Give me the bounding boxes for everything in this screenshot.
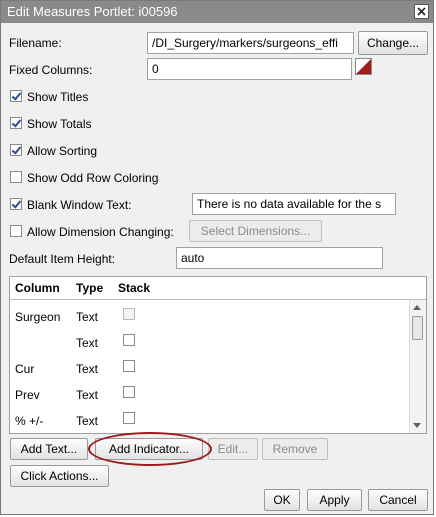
scroll-up-icon[interactable] bbox=[413, 305, 421, 310]
dialog-titlebar[interactable]: Edit Measures Portlet: i00596 bbox=[1, 1, 433, 23]
apply-button[interactable]: Apply bbox=[307, 489, 362, 511]
type-cell: Text bbox=[76, 336, 99, 350]
show-odd-row-coloring-checkbox[interactable] bbox=[10, 171, 22, 183]
column-cell: Prev bbox=[15, 388, 40, 402]
color-swatch-icon[interactable] bbox=[355, 58, 372, 75]
default-item-height-field[interactable]: auto bbox=[176, 247, 383, 269]
type-cell: Text bbox=[76, 310, 99, 324]
edit-measures-dialog: Edit Measures Portlet: i00596 Filename: … bbox=[0, 0, 434, 515]
blank-window-text-field[interactable]: There is no data available for the s bbox=[192, 193, 396, 215]
table-row[interactable]: Prev Text bbox=[10, 382, 410, 408]
type-cell: Text bbox=[76, 388, 99, 402]
dialog-title: Edit Measures Portlet: i00596 bbox=[7, 4, 178, 19]
stack-checkbox[interactable] bbox=[123, 386, 135, 398]
stack-checkbox[interactable] bbox=[123, 334, 135, 346]
show-titles-label: Show Titles bbox=[27, 90, 89, 104]
show-odd-row-coloring-label: Show Odd Row Coloring bbox=[27, 171, 159, 185]
allow-sorting-checkbox[interactable] bbox=[10, 144, 22, 156]
stack-header[interactable]: Stack bbox=[118, 281, 150, 295]
stack-checkbox[interactable] bbox=[123, 308, 135, 320]
table-row[interactable]: Surgeon Text bbox=[10, 304, 410, 330]
change-button[interactable]: Change... bbox=[358, 31, 428, 55]
allow-sorting-label: Allow Sorting bbox=[27, 144, 98, 158]
ok-button[interactable]: OK bbox=[264, 489, 300, 511]
cancel-button[interactable]: Cancel bbox=[368, 489, 428, 511]
column-cell: Cur bbox=[15, 362, 35, 376]
table-row[interactable]: % +/- Text bbox=[10, 408, 410, 434]
close-icon[interactable] bbox=[414, 4, 429, 19]
show-totals-checkbox[interactable] bbox=[10, 117, 22, 129]
type-cell: Text bbox=[76, 362, 99, 376]
type-cell: Text bbox=[76, 414, 99, 428]
column-cell: Surgeon bbox=[15, 310, 61, 324]
click-actions-button[interactable]: Click Actions... bbox=[10, 465, 109, 487]
scroll-thumb[interactable] bbox=[412, 316, 423, 340]
column-cell: % +/- bbox=[15, 414, 44, 428]
edit-button[interactable]: Edit... bbox=[208, 438, 258, 460]
show-totals-label: Show Totals bbox=[27, 117, 92, 131]
fixed-columns-field[interactable]: 0 bbox=[147, 58, 352, 80]
filename-label: Filename: bbox=[9, 36, 62, 50]
show-titles-checkbox[interactable] bbox=[10, 90, 22, 102]
blank-window-text-label: Blank Window Text: bbox=[27, 198, 132, 212]
column-header[interactable]: Column bbox=[15, 281, 60, 295]
type-header[interactable]: Type bbox=[76, 281, 103, 295]
select-dimensions-button[interactable]: Select Dimensions... bbox=[189, 220, 322, 242]
grid-scrollbar[interactable] bbox=[409, 300, 426, 433]
grid-header: Column Type Stack bbox=[10, 277, 426, 300]
columns-grid: Column Type Stack Surgeon Text Text Cur … bbox=[9, 276, 427, 434]
add-text-button[interactable]: Add Text... bbox=[10, 438, 88, 460]
stack-checkbox[interactable] bbox=[123, 360, 135, 372]
remove-button[interactable]: Remove bbox=[262, 438, 328, 460]
table-row[interactable]: Text bbox=[10, 330, 410, 356]
filename-field[interactable]: /DI_Surgery/markers/surgeons_effi bbox=[147, 32, 354, 54]
default-item-height-label: Default Item Height: bbox=[9, 252, 116, 266]
table-row[interactable]: Cur Text bbox=[10, 356, 410, 382]
allow-dimension-changing-checkbox[interactable] bbox=[10, 225, 22, 237]
allow-dimension-changing-label: Allow Dimension Changing: bbox=[27, 225, 174, 239]
blank-window-text-checkbox[interactable] bbox=[10, 198, 22, 210]
stack-checkbox[interactable] bbox=[123, 412, 135, 424]
scroll-down-icon[interactable] bbox=[413, 423, 421, 428]
add-indicator-button[interactable]: Add Indicator... bbox=[95, 438, 203, 460]
fixed-columns-label: Fixed Columns: bbox=[9, 63, 93, 77]
